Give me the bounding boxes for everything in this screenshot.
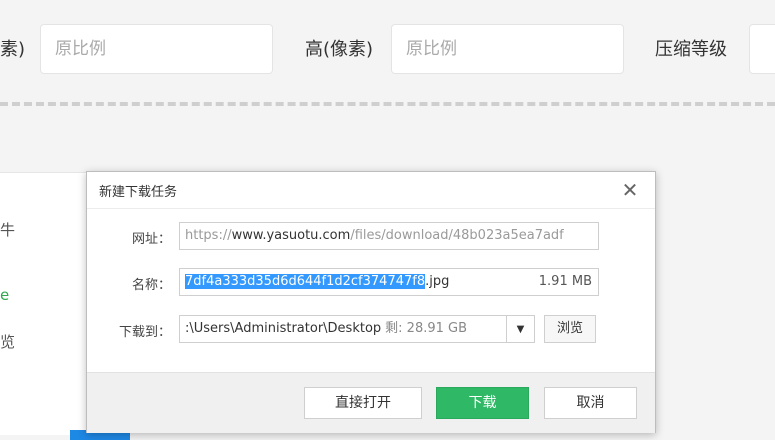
height-input[interactable]: 原比例 [391,24,624,74]
browse-button[interactable]: 浏览 [544,315,596,343]
open-directly-button[interactable]: 直接打开 [304,387,422,419]
download-button[interactable]: 下载 [436,387,529,419]
url-label: 网址： [131,232,171,247]
dashed-divider [0,102,775,106]
header-divider [87,208,655,209]
filename-extension: .jpg [425,274,450,289]
new-download-dialog: 新建下载任务 ✕ 网址： https://www.yasuotu.com/fil… [86,171,656,433]
dialog-footer: 直接打开 下载 取消 [87,372,655,433]
panel-text-3[interactable]: 览 [0,331,15,352]
save-path: :\Users\Administrator\Desktop [185,321,382,336]
side-panel: 牛 e 览 [0,172,100,435]
compress-level-label: 压缩等级 [655,39,727,60]
file-size: 1.91 MB [538,274,592,289]
filename-selected: 7df4a333d35d6d644f1d2cf374747f8 [185,274,426,289]
dialog-title: 新建下载任务 [99,185,178,200]
panel-text-1: 牛 [0,221,16,239]
save-to-label: 下载到： [118,325,171,340]
close-icon[interactable]: ✕ [618,178,642,202]
cancel-button[interactable]: 取消 [544,387,637,419]
width-input[interactable]: 原比例 [40,24,273,74]
width-label: 素) [0,39,26,60]
height-label: 高(像素) [305,39,374,60]
compress-level-input[interactable] [749,24,775,74]
panel-text-2: e [0,286,10,304]
path-dropdown-button[interactable]: ▼ [507,315,535,343]
url-field[interactable]: https://www.yasuotu.com/files/download/4… [179,222,599,250]
url-path: /files/download/48b023a5ea7adf [350,228,564,243]
url-prefix: https:// [185,228,232,243]
name-label: 名称： [131,278,171,293]
caret-down-icon: ▼ [516,324,525,335]
url-domain: www.yasuotu.com [231,228,351,243]
free-space: 剩: 28.91 GB [385,321,468,336]
save-path-field[interactable]: :\Users\Administrator\Desktop 剩: 28.91 GB [179,315,507,343]
filename-field[interactable]: 7df4a333d35d6d644f1d2cf374747f8.jpg 1.91 … [179,268,599,296]
